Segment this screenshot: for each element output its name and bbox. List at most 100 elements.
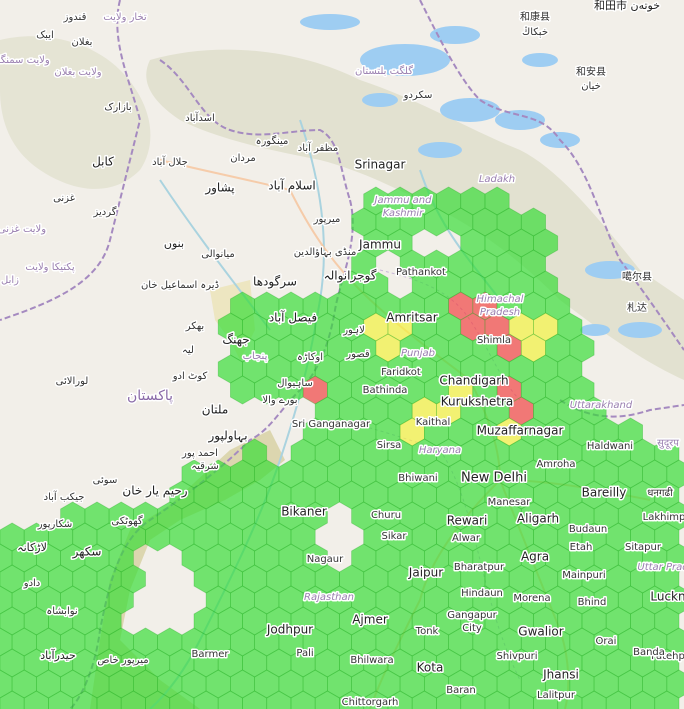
- label-aligarh: Aligarh: [517, 512, 559, 526]
- label-bharatpur: Bharatpur: [454, 562, 505, 573]
- label-multan: ملتان: [202, 403, 229, 417]
- label-bhilwara: Bhilwara: [350, 655, 393, 666]
- label-zabul: زابل: [1, 275, 19, 286]
- label-hyderabad-pk: حیدرآباد: [40, 648, 76, 662]
- label-skardu: سکردو: [403, 90, 433, 101]
- label-mirpur: میرپور: [313, 214, 341, 225]
- label-churu: Churu: [371, 510, 401, 521]
- label-sikar: Sikar: [382, 531, 408, 542]
- label-baran: Baran: [446, 685, 476, 696]
- label-bathinda: Bathinda: [363, 385, 408, 396]
- label-ladakh: Ladakh: [479, 174, 515, 185]
- label-hp: Himachal: [477, 294, 524, 305]
- label-dadu: دادو: [23, 578, 41, 589]
- label-muzaffarabad: مظفر آباد: [298, 141, 338, 154]
- label-okara: اوکاڑہ: [297, 352, 323, 363]
- label-shivpuri: Shivpuri: [497, 651, 538, 662]
- label-mainpuri: Mainpuri: [562, 570, 605, 581]
- label-mirpur-khas: میرپور خاص: [97, 655, 148, 666]
- label-rajasthan: Rajasthan: [304, 592, 354, 603]
- label-haldwani: Haldwani: [587, 441, 633, 452]
- label-sharqia: شرقیہ: [191, 461, 219, 472]
- label-bhind: Bhind: [578, 597, 607, 608]
- label-gar: 噶尔县: [622, 270, 652, 283]
- label-peshawar: پشاور: [204, 181, 234, 196]
- label-bareilly: Bareilly: [582, 486, 627, 500]
- label-jk: Jammu and: [373, 195, 433, 206]
- label-jaipur: Jaipur: [408, 566, 443, 580]
- label-tonk: Tonk: [415, 626, 439, 637]
- label-lakhimpur: Lakhimp: [643, 512, 684, 523]
- label-barmer: Barmer: [192, 649, 230, 660]
- label-jacobabad: جیکب آباد: [44, 490, 85, 503]
- label-bazarak: بازارک: [104, 102, 131, 113]
- label-bikaner: Bikaner: [281, 505, 327, 519]
- label-kunduz: قندوز: [63, 12, 87, 23]
- label-hekang: 和康县: [520, 10, 550, 23]
- label-lucknow: Luckn: [650, 590, 684, 604]
- label-hekang-ug: خېكاڭ: [522, 26, 548, 38]
- label-pakistan: پاکستان: [127, 388, 173, 404]
- label-chandigarh: Chandigarh: [439, 374, 508, 388]
- label-jammu: Jammu: [358, 238, 401, 252]
- label-kurukshetra: Kurukshetra: [441, 395, 514, 409]
- label-chittorgarh: Chittorgarh: [342, 697, 399, 708]
- label-alwar: Alwar: [452, 533, 481, 544]
- label-uttarakhand: Uttarakhand: [570, 400, 633, 411]
- label-jodhpur: Jodhpur: [266, 623, 313, 637]
- label-orai: Orai: [596, 636, 617, 647]
- label-hp-line2: Pradesh: [480, 307, 520, 318]
- label-bahawalpur: بہاولپور: [207, 429, 247, 444]
- label-manesar: Manesar: [488, 497, 532, 508]
- label-hean-ug: خيان: [581, 81, 601, 92]
- label-budaun: Budaun: [569, 524, 607, 535]
- label-muzaffarnagar: Muzaffarnagar: [477, 424, 564, 438]
- label-new-delhi: New Delhi: [461, 471, 527, 486]
- label-larkana: لاڑکانہ: [17, 541, 47, 554]
- label-hean: 和安县: [576, 65, 606, 78]
- label-banda: Banda: [633, 647, 665, 658]
- label-amritsar: Amritsar: [386, 311, 437, 325]
- label-aibak: ایبک: [36, 30, 54, 41]
- label-gangapur: Gangapur: [447, 610, 497, 621]
- label-gangapur2: City: [462, 623, 482, 634]
- label-ghazni-prov: ولایت غزنی: [0, 224, 46, 235]
- map-viewport[interactable]: قندوز تخار ولایت ایبک بغلان ولایت سمنگان ولای…: [0, 0, 684, 709]
- label-lahore: لاہور: [342, 325, 365, 336]
- label-ghotki: گھوٹکی: [111, 515, 142, 527]
- label-kaithal: Kaithal: [416, 417, 450, 428]
- label-ghazni: غزنی: [53, 193, 75, 204]
- label-amroha: Amroha: [536, 459, 575, 470]
- label-paktika: پکتیکا ولایت: [25, 262, 74, 273]
- label-srinagar: Srinagar: [355, 158, 406, 172]
- label-gilgit: گلگت بلتستان: [355, 65, 413, 77]
- label-loralai: لورالائی: [56, 376, 89, 387]
- label-jalalabad: جلال آباد: [152, 155, 188, 168]
- label-hindaun: Hindaun: [461, 588, 503, 599]
- label-samangan: ولایت سمنگان: [0, 54, 50, 66]
- label-kabul: کابل: [92, 155, 114, 169]
- label-agra: Agra: [521, 550, 549, 564]
- label-morena: Morena: [513, 593, 550, 604]
- label-rewari: Rewari: [447, 514, 488, 528]
- label-sirsa: Sirsa: [377, 440, 402, 451]
- label-jhansi: Jhansi: [542, 668, 579, 682]
- label-bhakkar: بھکر: [185, 321, 204, 332]
- label-faridkot: Faridkot: [381, 367, 421, 378]
- label-takhar: تخار ولایت: [103, 12, 147, 23]
- label-haryana: Haryana: [419, 445, 461, 456]
- label-dera-ismail-khan: ڈیرہ اسماعیل خان: [141, 280, 219, 291]
- label-rahim-yar-khan: رحیم یار خان: [122, 484, 187, 499]
- label-etah: Etah: [570, 542, 593, 553]
- label-kot-addu: کوٹ ادو: [172, 371, 208, 382]
- label-lalitpur: Lalitpur: [537, 690, 576, 701]
- label-sahiwal: ساہیوال: [277, 378, 313, 389]
- label-shikarpur: شکارپور: [37, 519, 73, 530]
- label-layyah: لیہ: [182, 345, 194, 356]
- label-hotan: 和田市 خوتەن: [594, 0, 660, 12]
- label-ahmadpur: احمد پور: [181, 448, 218, 459]
- label-sui: سوئی: [93, 475, 118, 486]
- label-pathankot: Pathankot: [396, 267, 446, 278]
- label-nepal: सुदूरप: [657, 438, 679, 449]
- label-punjab-pk: پنجاب: [243, 351, 268, 362]
